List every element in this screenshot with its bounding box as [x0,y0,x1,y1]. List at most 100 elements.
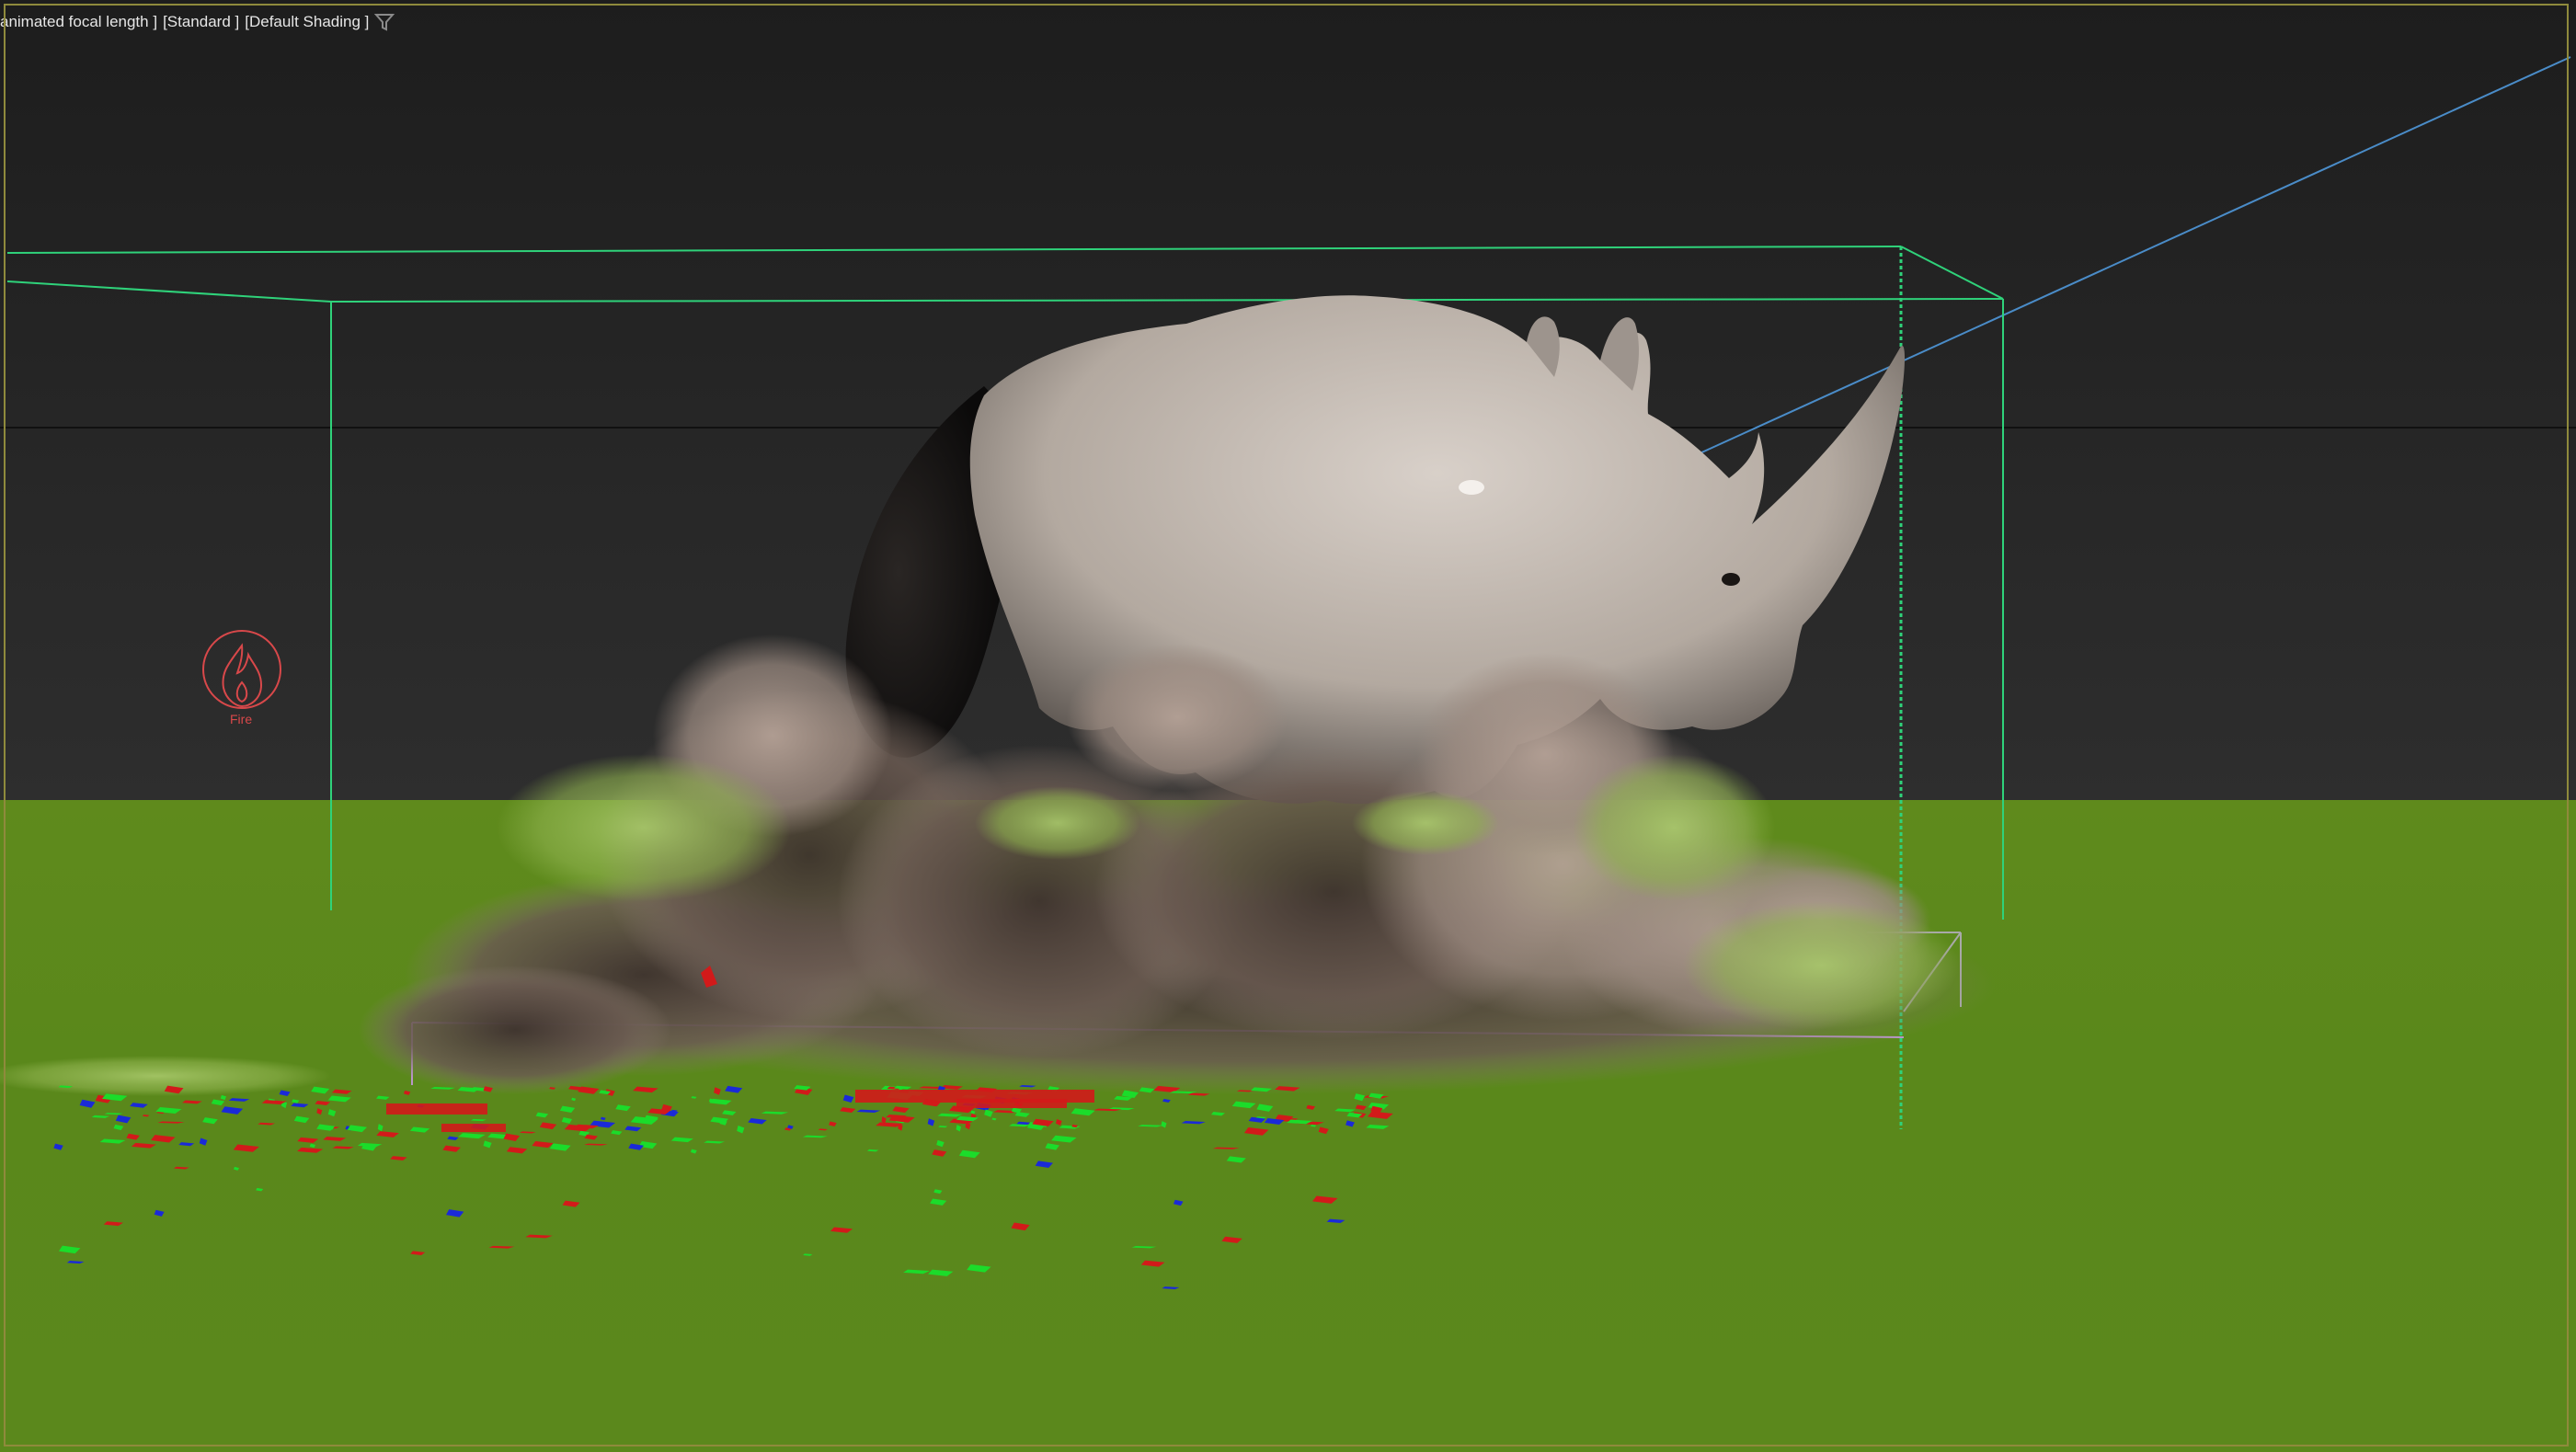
debris-chunk [297,1147,324,1153]
debris-chunk [584,1134,598,1140]
debris-chunk [539,1122,557,1130]
debris-chunk [357,1142,383,1148]
debris-chunk [525,1234,553,1239]
debris-chunk [802,1135,828,1138]
debris-chunk [1311,1124,1317,1127]
debris-chunk [956,1125,962,1132]
debris-chunk [927,1118,935,1126]
debris-chunk [690,1149,697,1154]
debris-chunk [840,1107,856,1114]
scene-canvas[interactable] [0,0,2576,1452]
debris-chunk [535,1112,549,1118]
debris-chunk [1256,1103,1274,1112]
debris-chunk [615,1104,631,1112]
debris-chunk [130,1103,148,1108]
debris-chunk [1056,1118,1062,1126]
fire-helper-gizmo[interactable] [202,630,281,709]
debris-chunk [903,1269,930,1275]
3d-viewport[interactable]: Fire animated focal length ] [Standard ]… [0,0,2576,1452]
debris-chunk [91,1115,110,1118]
debris-chunk [562,1200,580,1207]
debris-chunk [113,1124,124,1130]
debris-chunk [1131,1246,1157,1249]
debris-chunk [233,1144,259,1152]
debris-chunk [297,1137,319,1143]
debris-chunk [1243,1127,1269,1136]
debris-chunk [520,1131,536,1134]
debris-chunk [818,1128,828,1131]
viewport-label-shading-mode[interactable]: [Standard ] [163,13,239,31]
debris-chunk [323,1136,347,1141]
debris-chunk [559,1105,576,1113]
debris-chunk [483,1140,492,1149]
debris-chunk [532,1140,554,1149]
debris-chunk [506,1147,528,1154]
debris-chunk [930,1198,947,1206]
debris-chunk [722,1110,737,1115]
viewport-label-menu[interactable]: animated focal length ] [Standard ] [Def… [0,11,395,33]
debris-chunk [933,1189,943,1195]
debris-chunk [1070,1108,1095,1116]
debris-chunk [58,1245,81,1254]
debris-chunk [221,1106,244,1115]
debris-chunk [211,1099,225,1106]
debris-chunk [1312,1195,1338,1204]
debris-chunk [611,1130,623,1136]
debris-chunk [830,1227,853,1233]
debris-chunk [1355,1104,1367,1111]
debris-chunk [991,1117,997,1121]
debris-chunk [403,1090,411,1095]
debris-particles [53,1085,1393,1289]
debris-chunk [115,1115,132,1124]
debris-chunk [737,1126,745,1134]
debris-slab [386,1103,487,1115]
debris-chunk [571,1097,577,1102]
debris-chunk [199,1138,208,1146]
debris-chunk [103,1221,123,1227]
debris-chunk [99,1138,126,1144]
debris-chunk [309,1143,316,1149]
debris-slab [441,1124,506,1132]
debris-chunk [327,1109,337,1117]
debris-chunk [600,1116,606,1121]
debris-chunk [1366,1124,1390,1129]
debris-chunk [220,1094,227,1101]
debris-chunk [142,1115,150,1117]
debris-chunk [332,1146,354,1149]
debris-chunk [1181,1120,1206,1125]
debris-chunk [842,1094,854,1103]
debris-chunk [561,1116,573,1124]
debris-chunk [1367,1111,1393,1119]
debris-chunk [1014,1112,1030,1117]
viewport-label-shading[interactable]: [Default Shading ] [245,13,369,31]
debris-chunk [670,1137,693,1143]
debris-chunk [1173,1199,1184,1206]
debris-chunk [66,1261,85,1264]
debris-chunk [704,1140,726,1144]
debris-chunk [377,1124,384,1132]
rhino-highlight [1459,480,1484,495]
debris-chunk [1354,1093,1366,1102]
debris-chunk [1162,1286,1180,1289]
debris-chunk [633,1086,658,1093]
debris-chunk [1231,1101,1256,1109]
debris-chunk [154,1209,165,1217]
debris-chunk [228,1098,250,1102]
debris-chunk [311,1086,330,1094]
debris-chunk [624,1126,642,1132]
debris-chunk [1212,1147,1240,1149]
debris-chunk [725,1085,743,1093]
debris-chunk [234,1166,239,1171]
debris-chunk [442,1145,461,1152]
viewport-label-camera[interactable]: animated focal length ] [0,13,157,31]
debris-chunk [1162,1098,1171,1103]
debris-chunk [178,1142,195,1147]
debris-chunk [829,1121,837,1126]
debris-chunk [316,1108,323,1115]
debris-chunk [803,1253,813,1256]
debris-chunk [79,1099,96,1108]
debris-chunk [1045,1143,1059,1150]
filter-funnel-icon[interactable] [374,13,395,31]
debris-chunk [856,1109,881,1114]
rhino-eye [1722,573,1740,586]
